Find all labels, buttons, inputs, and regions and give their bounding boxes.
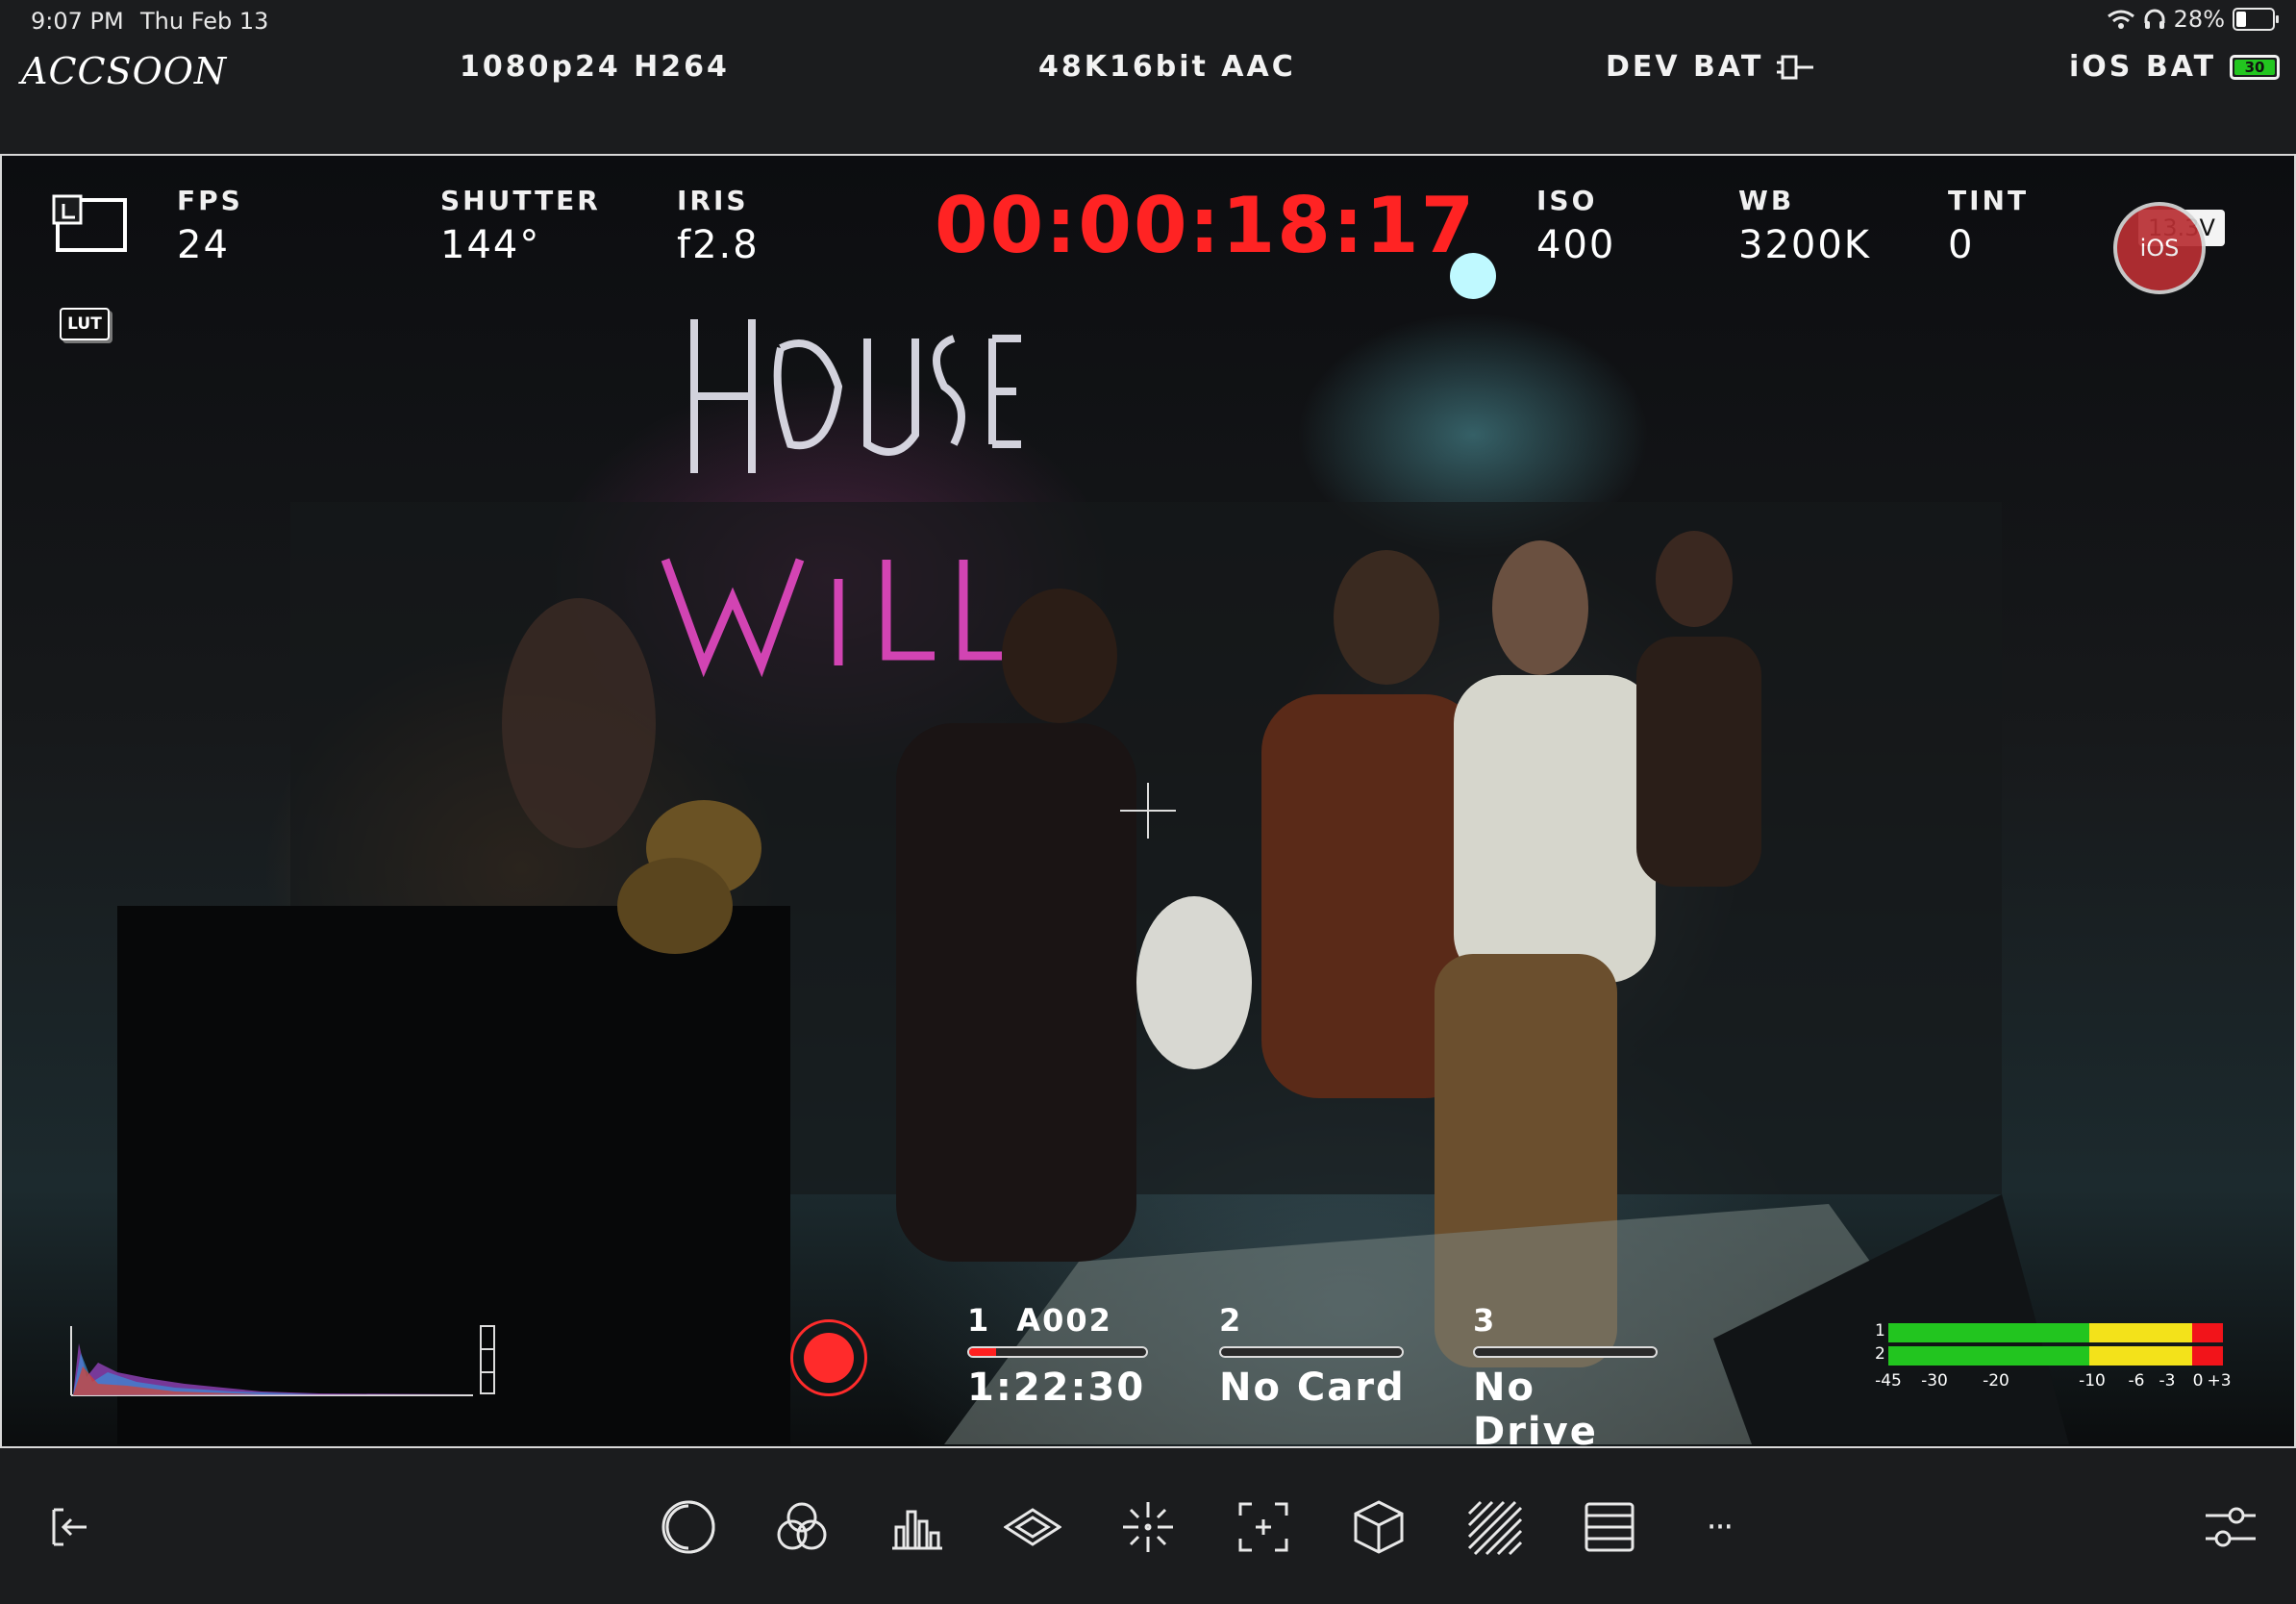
focus-peaking-button[interactable] xyxy=(1117,1496,1179,1558)
audio-meter[interactable]: 1 2 -45 -30 -20 -10 -6 -3 0 +3 xyxy=(1875,1321,2232,1417)
histogram-button[interactable] xyxy=(886,1496,948,1558)
fps-value[interactable]: 24 xyxy=(177,223,230,267)
status-date: Thu Feb 13 xyxy=(140,8,269,35)
brand-logo: ACCSOON xyxy=(21,50,228,92)
record-button[interactable] xyxy=(790,1319,867,1396)
audio-format: 48K16bit AAC xyxy=(1038,50,1296,84)
live-video-frame xyxy=(117,253,2069,1444)
media-slot-1[interactable]: 1 A002 1:22:30 xyxy=(967,1302,1150,1410)
audio-channel-2-label: 2 xyxy=(1875,1344,1885,1364)
ios-record-button[interactable]: iOS xyxy=(2113,202,2206,294)
focus-peaking-icon xyxy=(1123,1502,1173,1552)
lut-badge-label: LUT xyxy=(67,314,102,334)
dev-battery: DEV BAT xyxy=(1606,50,1815,84)
more-icon: ··· xyxy=(1706,1508,1734,1546)
scale-tick: -20 xyxy=(1983,1371,2009,1391)
wifi-icon xyxy=(2107,10,2134,29)
settings-button[interactable] xyxy=(2200,1496,2261,1558)
frame-guide-button[interactable] xyxy=(1233,1496,1294,1558)
iso-value[interactable]: 400 xyxy=(1536,223,1615,267)
neon-sign-graphic xyxy=(690,319,1021,473)
audio-meter-bar-2 xyxy=(1888,1346,2223,1366)
clip-name: A002 xyxy=(1016,1302,1112,1339)
lut-badge[interactable]: LUT xyxy=(60,308,110,340)
dev-bat-label: DEV BAT xyxy=(1606,50,1764,84)
scale-tick: -45 xyxy=(1875,1371,1902,1391)
aspect-toggle-button[interactable] xyxy=(50,194,131,260)
iso-label: ISO xyxy=(1536,185,1598,216)
scale-tick: -3 xyxy=(2159,1371,2176,1391)
waveform-icon xyxy=(1004,1508,1061,1546)
ios-battery-icon: 30 xyxy=(2230,54,2281,80)
status-time: 9:07 PM xyxy=(31,8,124,35)
frame-lines-icon xyxy=(1585,1502,1635,1552)
dc-plug-icon xyxy=(1777,55,1814,79)
shutter-value[interactable]: 144° xyxy=(440,223,540,267)
scale-tick: 0 xyxy=(2192,1371,2204,1391)
status-bar: 9:07 PM Thu Feb 13 28% xyxy=(0,0,2296,44)
battery-icon xyxy=(2233,8,2279,31)
waveform-button[interactable] xyxy=(1002,1496,1063,1558)
zebra-button[interactable] xyxy=(1463,1496,1525,1558)
slot-status: No Card xyxy=(1219,1366,1406,1410)
lut-cube-icon xyxy=(1354,1500,1404,1554)
battery-percent: 28% xyxy=(2173,6,2225,33)
zebra-stripes-icon xyxy=(1467,1500,1523,1556)
settings-sliders-icon xyxy=(2206,1507,2256,1547)
video-preview[interactable]: LUT FPS 24 SHUTTER 144° IRIS f2.8 00:00:… xyxy=(0,154,2296,1448)
record-dot-icon xyxy=(804,1333,854,1383)
scale-tick: -6 xyxy=(2128,1371,2145,1391)
lut-button[interactable] xyxy=(1348,1496,1410,1558)
scale-tick: -10 xyxy=(2079,1371,2106,1391)
scale-tick: -30 xyxy=(1921,1371,1948,1391)
timecode: 00:00:18:17 xyxy=(935,181,1477,270)
color-channels-button[interactable] xyxy=(771,1496,833,1558)
frame-toggle-icon xyxy=(52,194,127,252)
slot-number: 2 xyxy=(1219,1302,1243,1339)
wb-value[interactable]: 3200K xyxy=(1738,223,1871,267)
frame-lines-button[interactable] xyxy=(1579,1496,1640,1558)
tint-value[interactable]: 0 xyxy=(1948,223,1974,267)
ios-battery: iOS BAT 30 xyxy=(2069,50,2281,84)
histogram-icon xyxy=(892,1510,942,1550)
slot-number: 3 xyxy=(1473,1302,1497,1339)
ios-record-label: iOS xyxy=(2139,235,2180,262)
slot-status: No Drive xyxy=(1473,1366,1598,1448)
more-button[interactable]: ··· xyxy=(1688,1496,1750,1558)
status-icons: 28% xyxy=(2107,6,2279,33)
slot-capacity-bar xyxy=(1473,1346,1658,1358)
iris-value[interactable]: f2.8 xyxy=(677,223,760,267)
wb-label: WB xyxy=(1738,185,1795,216)
slot-number: 1 xyxy=(967,1302,991,1339)
video-format: 1080p24 H264 xyxy=(460,50,730,84)
slot-capacity-bar xyxy=(967,1346,1148,1358)
fps-label: FPS xyxy=(177,185,243,216)
zebra-contrast-icon xyxy=(661,1500,715,1554)
slot-remaining: 1:22:30 xyxy=(967,1366,1146,1410)
ios-bat-value: 30 xyxy=(2244,58,2265,76)
exit-button[interactable] xyxy=(38,1496,100,1558)
headphones-icon xyxy=(2144,9,2165,29)
media-slot-3[interactable]: 3 No Drive xyxy=(1473,1302,1661,1448)
histogram[interactable] xyxy=(69,1324,500,1397)
audio-meter-scale: -45 -30 -20 -10 -6 -3 0 +3 xyxy=(1875,1371,2231,1394)
scale-tick: +3 xyxy=(2207,1371,2232,1391)
iris-label: IRIS xyxy=(677,185,749,216)
slot-capacity-bar xyxy=(1219,1346,1404,1358)
ios-bat-label: iOS BAT xyxy=(2069,50,2217,84)
audio-channel-1-label: 1 xyxy=(1875,1321,1885,1341)
false-color-button[interactable] xyxy=(658,1496,719,1558)
media-slot-2[interactable]: 2 No Card xyxy=(1219,1302,1406,1410)
exit-icon xyxy=(52,1508,87,1546)
shutter-label: SHUTTER xyxy=(440,185,601,216)
tint-label: TINT xyxy=(1948,185,2030,216)
frame-guide-icon xyxy=(1238,1502,1288,1552)
histogram-graph xyxy=(70,1325,495,1396)
audio-meter-bar-1 xyxy=(1888,1323,2223,1342)
color-channels-icon xyxy=(777,1502,827,1550)
